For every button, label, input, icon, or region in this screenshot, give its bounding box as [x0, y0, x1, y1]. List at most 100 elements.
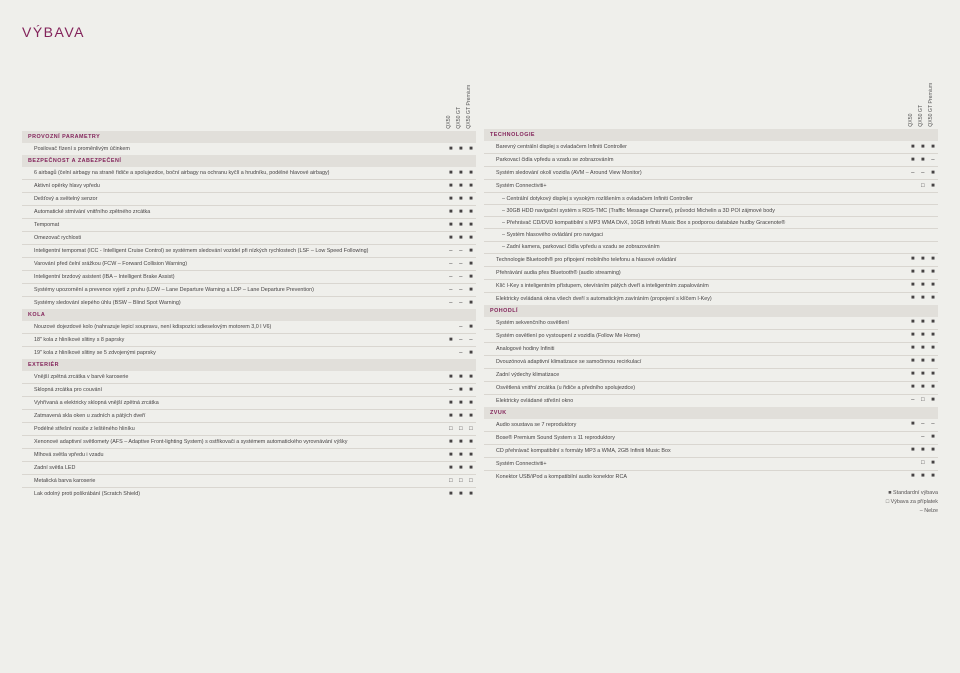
spec-value	[918, 217, 928, 229]
spec-value: ■	[466, 167, 476, 180]
spec-value: ■	[918, 368, 928, 381]
spec-row: Přehrávač CD/DVD kompatibilní s MP3 WMA …	[484, 217, 938, 229]
spec-row: Metalická barva karoserie□□□	[22, 475, 476, 488]
spec-value: □	[918, 180, 928, 193]
spec-value: □	[446, 475, 456, 488]
spec-value	[918, 205, 928, 217]
col-head: QX50	[446, 91, 456, 129]
spec-value: ■	[908, 470, 918, 483]
spec-label: Analogové hodiny Infiniti	[484, 342, 908, 355]
section-header: ZVUK	[484, 407, 938, 419]
spec-value: □	[446, 423, 456, 436]
col-head: QX50 GT	[456, 91, 466, 129]
spec-row: Elektricky ovládané střešní okno–□■	[484, 394, 938, 407]
spec-value: □	[918, 394, 928, 407]
spec-value	[908, 217, 918, 229]
spec-label: Dešťový a světelný senzor	[22, 193, 446, 206]
spec-value: –	[446, 258, 456, 271]
spec-value: –	[908, 167, 918, 180]
spec-value: –	[446, 297, 456, 310]
spec-value: –	[456, 258, 466, 271]
spec-label: Osvětlená vnitřní zrcátka (u řidiče a př…	[484, 381, 908, 394]
spec-value: ■	[446, 410, 456, 423]
spec-value: ■	[446, 397, 456, 410]
spec-label: CD přehrávač kompatibilní s formáty MP3 …	[484, 444, 908, 457]
spec-label: Vnější zpětná zrcátka v barvě karoserie	[22, 371, 446, 384]
spec-row: Podélné střešní nosiče z leštěného hliní…	[22, 423, 476, 436]
spec-value: ■	[466, 143, 476, 155]
spec-value	[928, 241, 938, 253]
spec-value: ■	[928, 279, 938, 292]
spec-value: ■	[446, 143, 456, 155]
spec-value: ■	[466, 410, 476, 423]
spec-row: Systém Connectiviti+□■	[484, 457, 938, 470]
spec-row: Systém sledování okolí vozidla (AVM – Ar…	[484, 167, 938, 180]
column-headers-left: QX50 QX50 GT QX50 GT Premium	[22, 91, 476, 129]
spec-value: ■	[466, 219, 476, 232]
spec-label: Posilovač řízení s proměnlivým účinkem	[22, 143, 446, 155]
spec-value: ■	[928, 394, 938, 407]
legend-option: □ Výbava za příplatek	[484, 498, 938, 506]
col-head: QX50 GT Premium	[466, 91, 476, 129]
spec-value: ■	[908, 355, 918, 368]
spec-value: ■	[466, 384, 476, 397]
spec-row: Klíč I-Key s inteligentním přístupem, ot…	[484, 279, 938, 292]
spec-value	[446, 321, 456, 334]
col-head: QX50 GT Premium	[928, 89, 938, 127]
spec-value: ■	[466, 462, 476, 475]
spec-label: Inteligentní tempomat (ICC - Intelligent…	[22, 245, 446, 258]
spec-value: ■	[918, 141, 928, 154]
spec-value: ■	[446, 488, 456, 501]
spec-label: Mlhová světla vpředu i vzadu	[22, 449, 446, 462]
spec-value: ■	[466, 258, 476, 271]
spec-row: Inteligentní tempomat (ICC - Intelligent…	[22, 245, 476, 258]
spec-value: ■	[466, 397, 476, 410]
spec-row: Mlhová světla vpředu i vzadu■■■	[22, 449, 476, 462]
spec-row: Zadní kamera, parkovací čidla vpředu a v…	[484, 241, 938, 253]
spec-value: ■	[466, 193, 476, 206]
spec-value: ■	[918, 292, 928, 305]
spec-value: –	[456, 321, 466, 334]
spec-row: Audio soustava se 7 reproduktory■––	[484, 419, 938, 432]
spec-value: –	[918, 419, 928, 432]
spec-label: Elektricky ovládané střešní okno	[484, 394, 908, 407]
spec-value: ■	[928, 141, 938, 154]
spec-row: Sklopná zrcátka pro couvání–■■	[22, 384, 476, 397]
spec-row: Vnější zpětná zrcátka v barvě karoserie■…	[22, 371, 476, 384]
spec-value: ■	[456, 384, 466, 397]
column-headers-right: QX50 QX50 GT QX50 GT Premium	[484, 89, 938, 127]
spec-value: ■	[908, 154, 918, 167]
spec-value	[928, 217, 938, 229]
legend: ■ Standardní výbava □ Výbava za příplate…	[484, 489, 938, 515]
spec-value: ■	[446, 219, 456, 232]
spec-label: Zatmavená skla oken u zadních a pátých d…	[22, 410, 446, 423]
page-title: VÝBAVA	[22, 22, 476, 43]
spec-label: Metalická barva karoserie	[22, 475, 446, 488]
spec-label: Xenonové adaptivní světlomety (AFS – Ada…	[22, 436, 446, 449]
spec-value: ■	[908, 444, 918, 457]
spec-label: Barevný centrální displej s ovladačem In…	[484, 141, 908, 154]
spec-value	[446, 347, 456, 360]
spec-row: Systém osvětlení po vystoupení z vozidla…	[484, 329, 938, 342]
spec-row: 30GB HDD navigační systém s RDS-TMC (Tra…	[484, 205, 938, 217]
spec-label: 30GB HDD navigační systém s RDS-TMC (Tra…	[484, 205, 908, 217]
spec-label: Technologie Bluetooth® pro připojení mob…	[484, 253, 908, 266]
spec-value: ■	[446, 436, 456, 449]
spec-label: Zadní výdechy klimatizace	[484, 368, 908, 381]
spec-label: Systém Connectiviti+	[484, 180, 908, 193]
spec-value: ■	[928, 266, 938, 279]
spec-value: ■	[466, 284, 476, 297]
spec-row: Zadní světla LED■■■	[22, 462, 476, 475]
spec-value: ■	[918, 253, 928, 266]
spec-value: –	[918, 431, 928, 444]
spec-value: –	[456, 347, 466, 360]
spec-value: ■	[456, 193, 466, 206]
spec-label: Podélné střešní nosiče z leštěného hliní…	[22, 423, 446, 436]
spec-value: ■	[446, 180, 456, 193]
spec-value: ■	[456, 167, 466, 180]
spec-value: –	[446, 245, 456, 258]
spec-row: Zatmavená skla oken u zadních a pátých d…	[22, 410, 476, 423]
spec-label: Systém osvětlení po vystoupení z vozidla…	[484, 329, 908, 342]
spec-value: ■	[928, 431, 938, 444]
spec-value: ■	[456, 180, 466, 193]
